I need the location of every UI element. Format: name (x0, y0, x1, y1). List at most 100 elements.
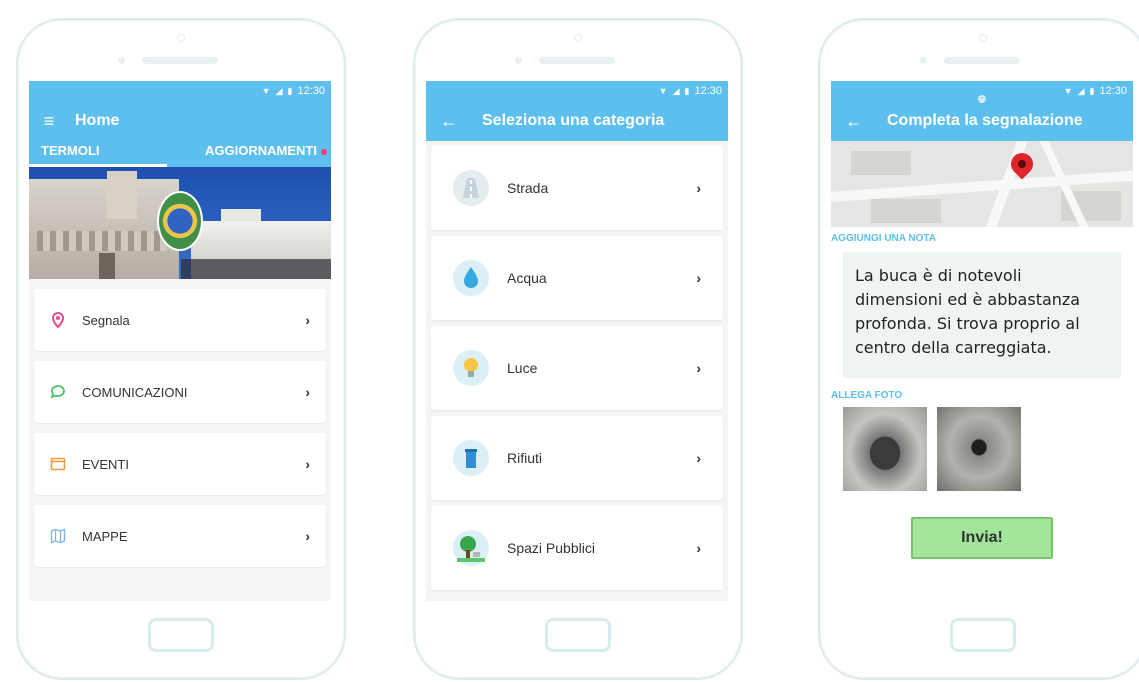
home-button (148, 618, 214, 652)
location-pin-icon (51, 312, 65, 328)
map-block (851, 151, 911, 175)
cathedral-tower (107, 171, 137, 219)
category-strada[interactable]: Strada › (431, 146, 723, 230)
phone-categories: ▼ ◢ ▮ 12:30 ← Seleziona una categoria St… (413, 18, 743, 680)
earpiece-speaker (142, 57, 218, 64)
cathedral-door (99, 253, 115, 279)
status-time: 12:30 (694, 85, 722, 97)
signal-icon: ◢ (672, 85, 680, 96)
category-luce[interactable]: Luce › (431, 326, 723, 410)
category-spazi-pubblici[interactable]: Spazi Pubblici › (431, 506, 723, 590)
tree-icon (453, 530, 489, 566)
front-camera (979, 34, 987, 42)
battery-icon: ▮ (684, 85, 690, 96)
category-label: Rifiuti (507, 450, 543, 466)
map-icon (50, 528, 66, 544)
phone-home: ▼ ◢ ▮ 12:30 ≡ Home TERMOLI AGGIORNAMENTI (16, 18, 346, 680)
category-rifiuti[interactable]: Rifiuti › (431, 416, 723, 500)
hero-image (29, 167, 331, 279)
app-bar: ≡ Home (29, 101, 331, 141)
photos-section: ALLEGA FOTO (831, 95, 1133, 491)
battery-icon: ▮ (1089, 85, 1095, 96)
location-map[interactable] (831, 141, 1133, 227)
chevron-right-icon: › (696, 540, 701, 556)
status-time: 12:30 (1099, 85, 1127, 97)
photos-label: ALLEGA FOTO (831, 390, 903, 401)
road-icon (453, 170, 489, 206)
cathedral-arches (37, 231, 167, 251)
menu-item-segnala[interactable]: Segnala › (34, 289, 326, 351)
status-bar: ▼ ◢ ▮ 12:30 (426, 81, 728, 101)
earpiece-speaker (944, 57, 1020, 64)
chevron-right-icon: › (305, 528, 310, 544)
menu-item-label: Segnala (82, 312, 130, 328)
back-arrow-icon[interactable]: ← (845, 111, 863, 132)
category-label: Strada (507, 180, 549, 196)
page-title: Home (75, 112, 120, 129)
note-section: AGGIUNGI UNA NOTA La buca è di notevoli … (831, 227, 1133, 378)
city-crest-logo (157, 191, 203, 251)
tab-bar: TERMOLI AGGIORNAMENTI (29, 141, 331, 167)
street-shadow (181, 259, 331, 279)
categories-screen: ▼ ◢ ▮ 12:30 ← Seleziona una categoria St… (426, 81, 728, 601)
menu-item-label: EVENTI (82, 456, 129, 472)
light-bulb-icon (453, 350, 489, 386)
submit-button[interactable]: Invia! (911, 517, 1053, 559)
note-textarea[interactable]: La buca è di notevoli dimensioni ed è ab… (843, 252, 1121, 378)
sensor-dot (920, 57, 927, 64)
chevron-right-icon: › (305, 456, 310, 472)
tab-termoli[interactable]: TERMOLI (29, 141, 167, 167)
wifi-icon: ▼ (261, 86, 271, 96)
menu-item-mappe[interactable]: MAPPE › (34, 505, 326, 567)
chevron-right-icon: › (305, 384, 310, 400)
category-label: Spazi Pubblici (507, 540, 595, 556)
map-block (871, 199, 941, 223)
wifi-icon: ▼ (1063, 86, 1073, 96)
tab-aggiornamenti[interactable]: AGGIORNAMENTI (167, 141, 331, 167)
water-drop-icon (453, 260, 489, 296)
category-label: Acqua (507, 270, 547, 286)
back-arrow-icon[interactable]: ← (440, 111, 458, 132)
chevron-right-icon: › (696, 270, 701, 286)
home-menu: Segnala › COMUNICAZIONI › EVENTI › MAPPE… (29, 279, 331, 567)
phone-report: ▼ ◢ ▮ 12:30 ← Completa la segnalazione A… (818, 18, 1139, 680)
sensor-dot (118, 57, 125, 64)
chevron-right-icon: › (696, 180, 701, 196)
chevron-right-icon: › (696, 450, 701, 466)
front-camera (177, 34, 185, 42)
chevron-right-icon: › (305, 312, 310, 328)
app-bar: ← Seleziona una categoria (426, 101, 728, 141)
status-time: 12:30 (297, 85, 325, 97)
sensor-dot (515, 57, 522, 64)
tab-label: TERMOLI (41, 143, 100, 158)
tab-label: AGGIORNAMENTI (205, 143, 317, 158)
category-acqua[interactable]: Acqua › (431, 236, 723, 320)
menu-item-eventi[interactable]: EVENTI › (34, 433, 326, 495)
category-label: Luce (507, 360, 538, 376)
battery-icon: ▮ (287, 85, 293, 96)
page-title: Seleziona una categoria (482, 112, 665, 129)
signal-icon: ◢ (1077, 85, 1085, 96)
chat-bubble-icon (50, 385, 65, 399)
wifi-icon: ▼ (658, 86, 668, 96)
note-label: AGGIUNGI UNA NOTA (831, 233, 936, 244)
camera-icon (979, 96, 985, 102)
add-photo-button[interactable] (978, 95, 986, 103)
home-button (545, 618, 611, 652)
page-title: Completa la segnalazione (887, 112, 1083, 129)
report-screen: ▼ ◢ ▮ 12:30 ← Completa la segnalazione A… (831, 81, 1133, 601)
menu-item-comunicazioni[interactable]: COMUNICAZIONI › (34, 361, 326, 423)
chevron-right-icon: › (696, 360, 701, 376)
notification-badge (320, 148, 327, 155)
pothole-photo[interactable] (937, 407, 1021, 491)
earpiece-speaker (539, 57, 615, 64)
photo-row (831, 95, 1133, 491)
front-camera (574, 34, 582, 42)
menu-item-label: COMUNICAZIONI (82, 384, 188, 400)
pothole-photo[interactable] (843, 407, 927, 491)
trash-bin-icon (453, 440, 489, 476)
category-list: Strada › Acqua › Luce › Rifiuti › Spazi … (426, 141, 728, 590)
signal-icon: ◢ (275, 85, 283, 96)
hamburger-menu-icon[interactable]: ≡ (41, 111, 57, 132)
home-screen: ▼ ◢ ▮ 12:30 ≡ Home TERMOLI AGGIORNAMENTI (29, 81, 331, 601)
